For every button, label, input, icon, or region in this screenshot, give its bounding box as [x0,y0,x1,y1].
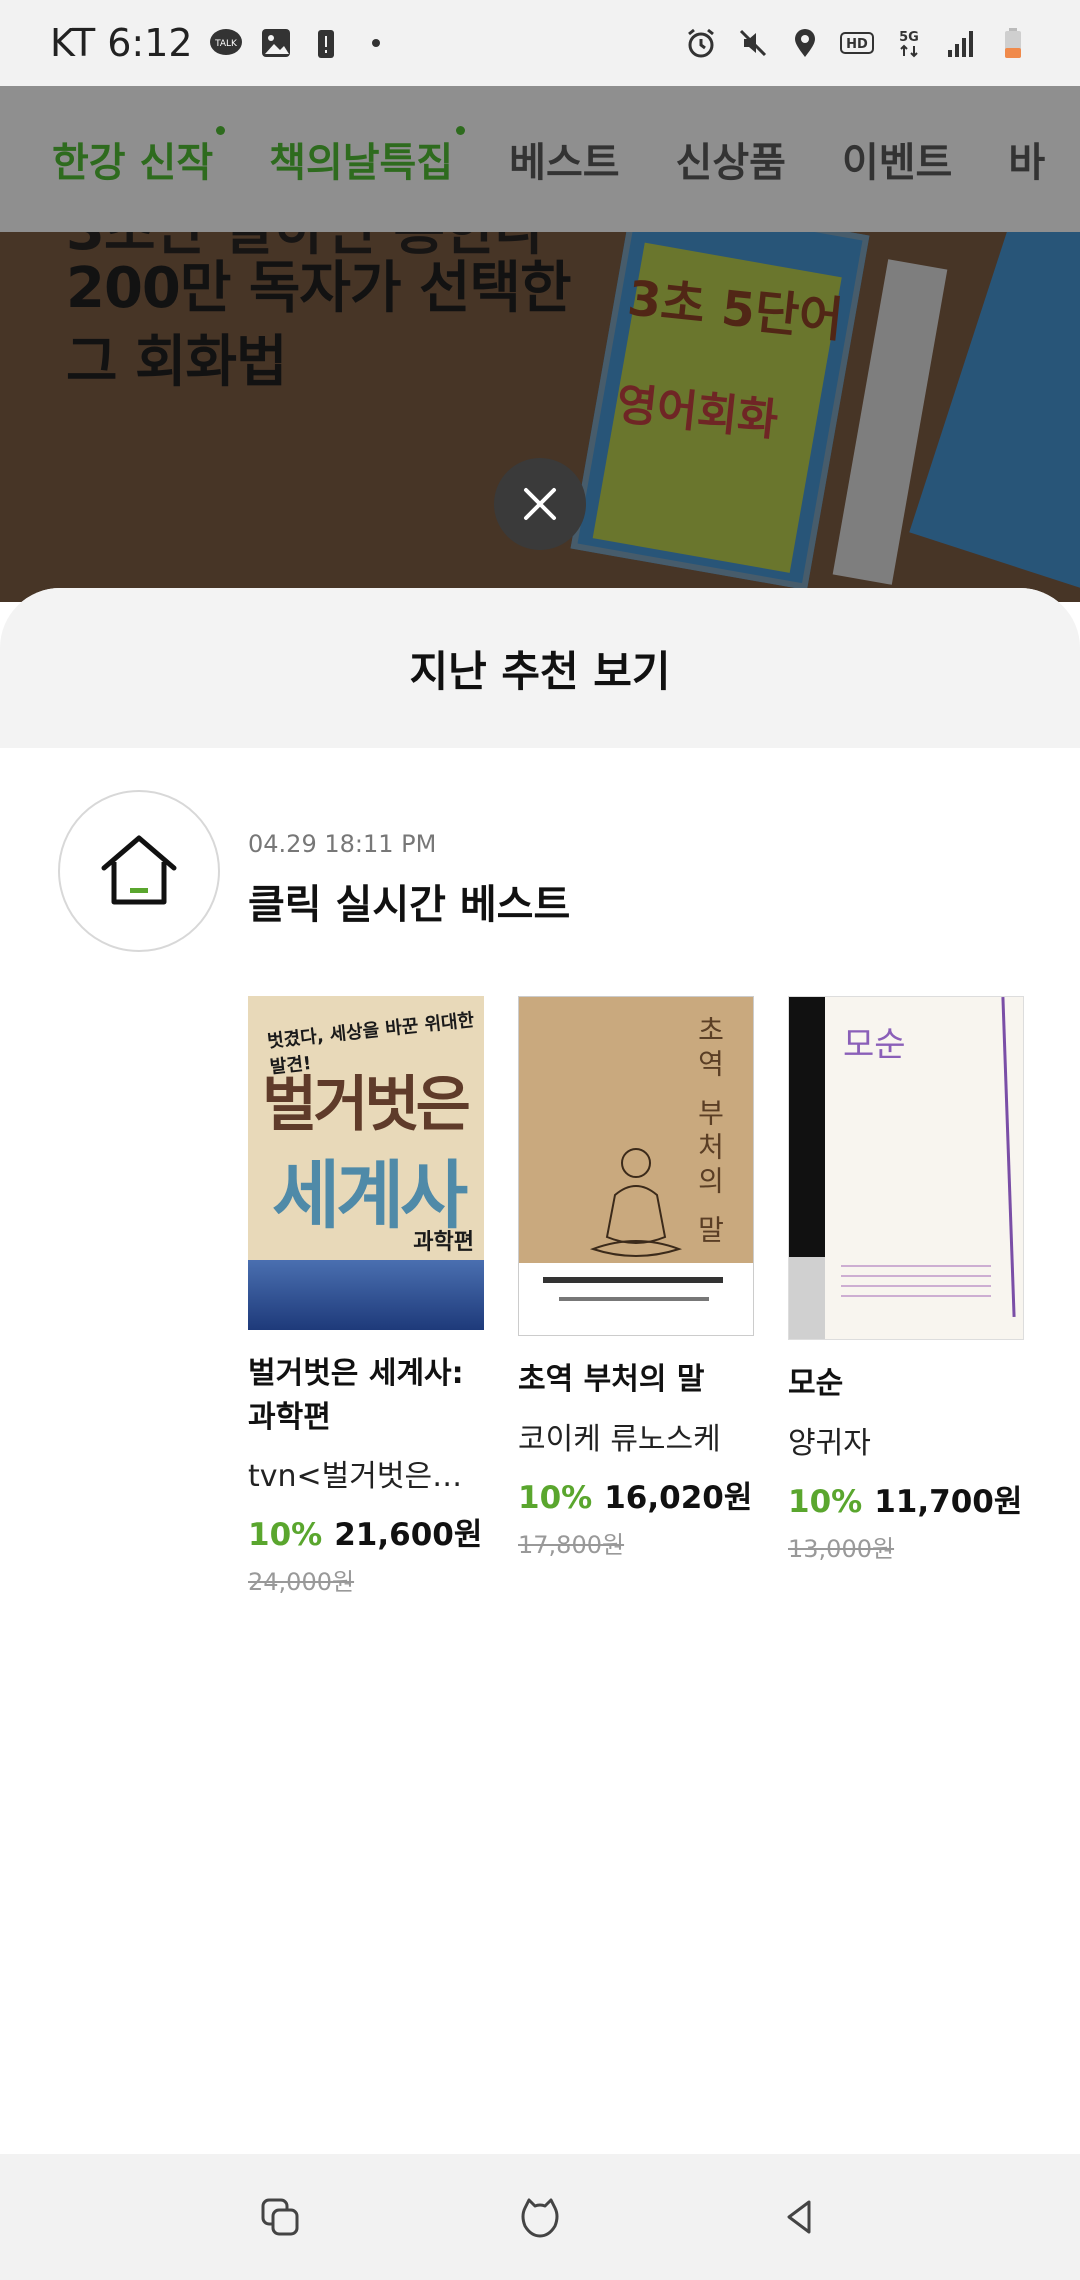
nav-tab-event[interactable]: 이벤트 [842,130,952,188]
top-category-nav: 한강 신작 책의날특집 베스트 신상품 이벤트 바 [0,86,1080,232]
book-title[interactable]: 벌거벗은 세계사: 과학편 [248,1352,484,1439]
recent-apps-icon [261,2198,299,2236]
system-navigation-bar [0,2154,1080,2280]
sale-price: 11,700원 [874,1483,1023,1520]
mute-icon [736,26,770,60]
recommendation-title: 클릭 실시간 베스트 [248,882,571,928]
status-bar-right: HD 5G [684,26,1030,60]
recommendation-meta: 04.29 18:11 PM 클릭 실시간 베스트 [248,830,570,930]
discount-rate: 10% [518,1479,593,1516]
buddha-illustration [589,1148,683,1257]
book-card[interactable]: 초역 부처의 말 초역 부처의 말 코이케 류노스케 10% 16,020원 1… [518,996,754,1597]
new-dot [456,126,466,135]
close-button[interactable] [494,458,586,550]
kakaotalk-icon: TALK [209,26,243,60]
nav-tab-new[interactable]: 신상품 [676,130,786,188]
nav-tab-more[interactable]: 바 [1008,130,1045,188]
book-cover[interactable]: 초역 부처의 말 [518,996,754,1336]
svg-text:TALK: TALK [214,39,238,49]
price-row: 10% 16,020원 [518,1472,754,1517]
original-price: 13,000원 [788,1534,895,1563]
5g-icon: 5G [892,26,926,60]
sheet-title: 지난 추천 보기 [409,646,671,696]
price-row: 10% 21,600원 [248,1509,484,1554]
book-list: 벗겼다, 세상을 바꾼 위대한 발견! 벌거벗은 세계사 과학편 벌거벗은 세계… [248,996,1024,1597]
battery-alert-icon [309,26,343,60]
sheet-header: 지난 추천 보기 [0,588,1080,748]
status-bar: KT 6:12 TALK HD 5G [0,0,1080,86]
battery-icon [996,26,1030,60]
avatar [58,790,220,952]
book-cover[interactable]: 모순 [788,996,1024,1340]
book-author: tvn<벌거벗은세... [248,1459,484,1494]
home-bear-icon [521,2198,559,2238]
book-title[interactable]: 모순 [788,1362,1024,1406]
recommendation-timestamp: 04.29 18:11 PM [248,830,437,858]
original-price: 17,800원 [518,1530,625,1559]
book-author: 양귀자 [788,1425,871,1461]
new-dot [216,126,226,135]
nav-tab-book-day[interactable]: 책의날특집 [269,126,466,188]
sale-price: 21,600원 [334,1517,483,1553]
svg-text:HD: HD [846,37,868,52]
original-price: 24,000원 [248,1568,355,1596]
discount-rate: 10% [788,1483,863,1520]
price-row: 10% 11,700원 [788,1476,1024,1521]
back-icon [787,2200,811,2234]
carrier-time: KT 6:12 [50,21,193,65]
dot-icon [359,26,393,60]
book-card[interactable]: 모순 모순 양귀자 10% 11,700원 13,000원 [788,996,1024,1597]
recommendation-sheet: 지난 추천 보기 04.29 18:11 PM 클릭 실시간 베스트 벗겼다, … [0,588,1080,2154]
nav-tab-han-kang[interactable]: 한강 신작 [52,126,226,188]
gallery-icon [259,26,293,60]
back-button[interactable] [770,2187,830,2247]
home-button[interactable] [510,2187,570,2247]
recommendation-section: 04.29 18:11 PM 클릭 실시간 베스트 벗겼다, 세상을 바꾼 위대… [0,748,1080,1596]
nav-tab-best[interactable]: 베스트 [509,130,619,188]
location-icon [788,26,822,60]
signal-icon [944,26,978,60]
alarm-icon [684,26,718,60]
status-bar-left: KT 6:12 TALK [50,21,393,65]
book-title[interactable]: 초역 부처의 말 [518,1358,754,1402]
discount-rate: 10% [248,1517,323,1553]
hd-icon: HD [840,26,874,60]
home-icon [101,835,177,905]
recent-apps-button[interactable] [250,2187,310,2247]
svg-text:5G: 5G [899,30,919,45]
sale-price: 16,020원 [604,1479,753,1516]
book-cover[interactable]: 벗겼다, 세상을 바꾼 위대한 발견! 벌거벗은 세계사 과학편 [248,996,484,1330]
book-card[interactable]: 벗겼다, 세상을 바꾼 위대한 발견! 벌거벗은 세계사 과학편 벌거벗은 세계… [248,996,484,1597]
book-author: 코이케 류노스케 [518,1421,721,1457]
close-icon [524,488,556,520]
